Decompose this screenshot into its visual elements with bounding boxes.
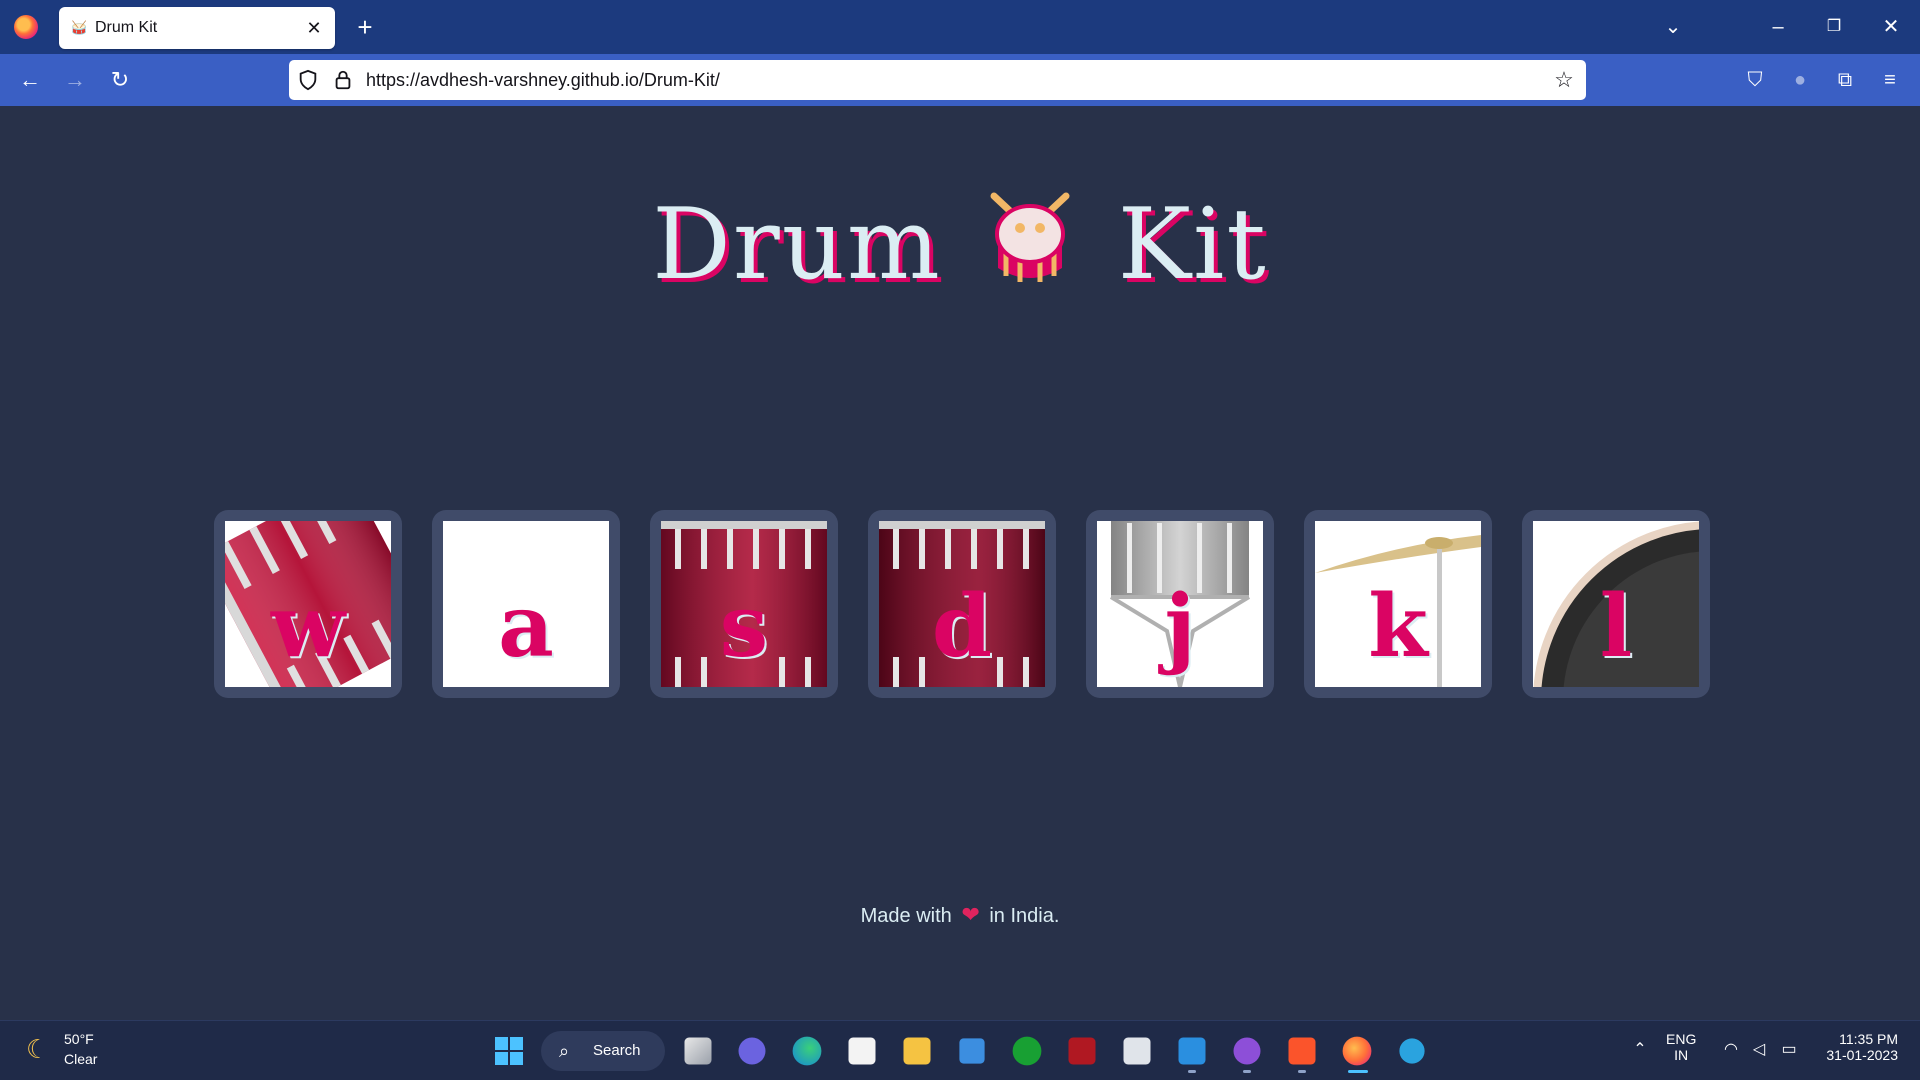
region-code: IN	[1674, 1047, 1689, 1063]
moon-weather-icon[interactable]: ☾	[26, 1035, 54, 1063]
new-tab-button[interactable]: +	[350, 12, 380, 42]
drum-favicon-icon: 🥁	[71, 20, 88, 35]
wifi-icon[interactable]: ◠	[1720, 1039, 1742, 1061]
firefox-logo-icon[interactable]	[14, 15, 38, 39]
clock-time: 11:35 PM	[1839, 1031, 1898, 1047]
drum-button-k[interactable]: k	[1304, 510, 1492, 698]
drum-button-w[interactable]: w	[214, 510, 402, 698]
drum-emoji-icon	[990, 192, 1070, 282]
xbox-icon[interactable]	[1012, 1036, 1042, 1066]
list-all-tabs-icon[interactable]: ⌄	[1658, 12, 1688, 42]
restore-button[interactable]: ❐	[1819, 12, 1849, 42]
pocket-icon[interactable]: ⛉	[1741, 66, 1769, 94]
running-indicator	[1188, 1070, 1196, 1073]
file-explorer-icon[interactable]	[903, 1037, 931, 1065]
running-indicator	[1298, 1070, 1306, 1073]
telegram-icon[interactable]	[1399, 1038, 1425, 1064]
extensions-icon[interactable]: ⧉	[1831, 66, 1859, 94]
running-indicator	[1243, 1070, 1251, 1073]
weather-condition[interactable]: Clear	[64, 1051, 97, 1067]
taskbar-search[interactable]: ⌕ Search	[541, 1031, 665, 1071]
drum-key-label: l	[1599, 576, 1633, 677]
address-bar[interactable]: https://avdhesh-varshney.github.io/Drum-…	[289, 60, 1586, 100]
drum-key-label: w	[270, 576, 346, 677]
drum-button-j[interactable]: j	[1086, 510, 1274, 698]
chevron-up-icon[interactable]: ⌃	[1629, 1039, 1651, 1061]
minimize-button[interactable]: –	[1763, 12, 1793, 42]
weather-temperature[interactable]: 50°F	[64, 1031, 94, 1047]
title-drum-word: Drum	[652, 188, 942, 302]
url-path: /Drum-Kit/	[638, 70, 720, 90]
volume-icon[interactable]: ◁	[1748, 1039, 1770, 1061]
battery-icon[interactable]: ▭	[1778, 1039, 1800, 1061]
bookmark-star-icon[interactable]: ☆	[1552, 68, 1576, 92]
page-content: Drum Kit w a s d j k l Made with ❤ in In…	[0, 106, 1920, 1020]
brave-browser-icon[interactable]	[1288, 1037, 1316, 1065]
url-host: https://avdhesh-varshney.github.io	[366, 70, 639, 90]
footer-text-after: in India.	[989, 905, 1060, 927]
mail-icon[interactable]	[959, 1038, 985, 1064]
drum-image-blank: a	[443, 521, 609, 687]
github-desktop-icon[interactable]	[1233, 1037, 1261, 1065]
footer-text-before: Made with	[860, 905, 952, 927]
drum-image-tom-2: s	[661, 521, 827, 687]
language-indicator[interactable]: ENG IN	[1666, 1031, 1696, 1063]
game-app-icon[interactable]	[1068, 1037, 1096, 1065]
browser-nav-bar: ← → ↻ https://avdhesh-varshney.github.io…	[0, 54, 1920, 106]
title-kit-word: Kit	[1117, 188, 1268, 302]
account-icon[interactable]: ●	[1786, 66, 1814, 94]
firefox-taskbar-icon[interactable]	[1342, 1036, 1372, 1066]
back-arrow-icon[interactable]: ←	[15, 65, 45, 95]
drum-image-tom-3: d	[879, 521, 1045, 687]
microsoft-store-icon[interactable]	[848, 1037, 876, 1065]
drum-key-label: d	[931, 576, 993, 677]
drum-key-label: s	[719, 576, 769, 677]
browser-tab[interactable]: 🥁 Drum Kit ✕	[59, 7, 335, 49]
drum-key-label: a	[498, 576, 554, 677]
active-indicator	[1348, 1070, 1368, 1073]
drum-button-s[interactable]: s	[650, 510, 838, 698]
forward-arrow-icon[interactable]: →	[60, 65, 90, 95]
snipping-tool-icon[interactable]	[1123, 1037, 1151, 1065]
search-icon: ⌕	[559, 1041, 570, 1061]
reload-icon[interactable]: ↻	[105, 65, 135, 95]
edge-browser-icon[interactable]	[792, 1036, 822, 1066]
url-text[interactable]: https://avdhesh-varshney.github.io/Drum-…	[366, 70, 720, 91]
clock[interactable]: 11:35 PM 31-01-2023	[1818, 1031, 1898, 1063]
page-title: Drum Kit	[0, 188, 1920, 302]
menu-hamburger-icon[interactable]: ≡	[1876, 66, 1904, 94]
drum-button-a[interactable]: a	[432, 510, 620, 698]
browser-tab-bar: 🥁 Drum Kit ✕ + ⌄ – ❐ ✕	[0, 0, 1920, 54]
close-window-button[interactable]: ✕	[1876, 12, 1906, 42]
tab-title: Drum Kit	[95, 19, 158, 36]
teams-chat-icon[interactable]	[738, 1037, 766, 1065]
clock-date: 31-01-2023	[1826, 1047, 1898, 1063]
drum-button-d[interactable]: d	[868, 510, 1056, 698]
tracking-shield-icon[interactable]	[297, 69, 319, 91]
taskbar: ☾ 50°F Clear ⌕ Search ⌃ ENG IN ◠ ◁ ▭ 11:…	[0, 1020, 1920, 1080]
close-tab-icon[interactable]: ✕	[303, 17, 325, 39]
vscode-icon[interactable]	[1178, 1037, 1206, 1065]
drum-image-kick: l	[1533, 521, 1699, 687]
language-code: ENG	[1666, 1031, 1697, 1047]
drum-image-snare: j	[1097, 521, 1263, 687]
footer: Made with ❤ in India.	[0, 902, 1920, 928]
windows-start-icon[interactable]	[491, 1033, 527, 1069]
drum-set: w a s d j k l	[214, 510, 1710, 698]
search-label: Search	[593, 1042, 641, 1059]
heart-icon: ❤	[961, 902, 980, 927]
drum-button-l[interactable]: l	[1522, 510, 1710, 698]
lock-icon[interactable]	[332, 69, 354, 91]
drum-image-crash: k	[1315, 521, 1481, 687]
drum-key-label: j	[1164, 576, 1196, 677]
task-view-icon[interactable]	[684, 1037, 712, 1065]
drum-key-label: k	[1368, 576, 1428, 677]
drum-image-tom-1: w	[225, 521, 391, 687]
